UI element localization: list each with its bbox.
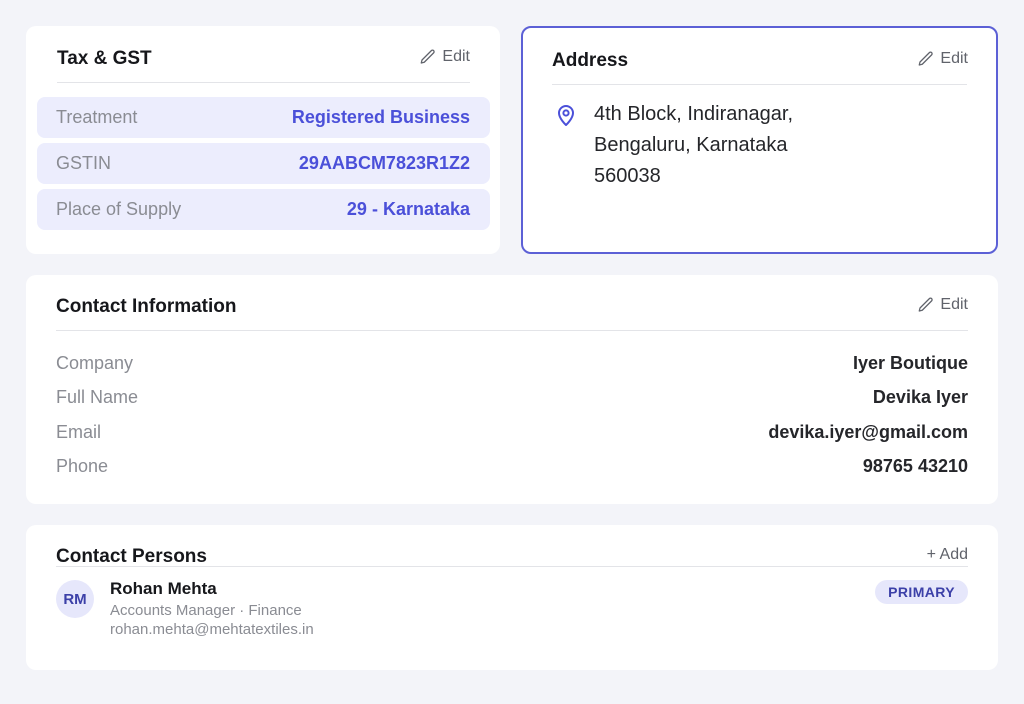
company-value: Iyer Boutique — [852, 353, 968, 373]
map-pin-icon — [558, 105, 574, 126]
address-line-2: Bengaluru, Karnataka — [594, 134, 788, 156]
contact-person-name[interactable]: Rohan Mehta — [110, 579, 217, 599]
contact-information-card: Contact Information Edit Company Iyer Bo… — [26, 275, 998, 504]
tax-row-value: Registered Business — [291, 107, 470, 127]
tax-row-label: Treatment — [56, 107, 138, 127]
address-title: Address — [552, 50, 629, 71]
company-label: Company — [56, 353, 134, 373]
full-name-label: Full Name — [56, 387, 139, 407]
tax-gst-card: Tax & GST Edit Treatment Registered Busi… — [26, 26, 500, 254]
contact-persons-title: Contact Persons — [56, 546, 207, 567]
address-line-1: 4th Block, Indiranagar, — [594, 103, 794, 125]
contact-info-divider — [56, 330, 968, 331]
tax-row-label: Place of Supply — [56, 199, 182, 219]
address-edit-button[interactable]: Edit — [917, 50, 968, 68]
add-contact-person-button[interactable]: + Add — [927, 546, 968, 564]
phone-label: Phone — [56, 456, 109, 476]
tax-gst-title: Tax & GST — [57, 48, 152, 69]
tax-row-place-of-supply: Place of Supply 29 - Karnataka — [37, 189, 490, 230]
tax-row-value: 29 - Karnataka — [346, 199, 470, 219]
phone-value: 98765 43210 — [862, 456, 968, 476]
contact-information-title: Contact Information — [56, 296, 237, 317]
tax-row-gstin: GSTIN 29AABCM7823R1Z2 — [37, 143, 490, 184]
tax-divider — [57, 82, 470, 83]
contact-persons-card: Contact Persons + Add RM Rohan Mehta Acc… — [26, 525, 998, 670]
tax-row-label: GSTIN — [56, 153, 112, 173]
email-label: Email — [56, 422, 102, 442]
address-divider — [552, 84, 967, 85]
pencil-icon — [919, 51, 934, 66]
address-line-3: 560038 — [594, 165, 661, 187]
email-value: devika.iyer@gmail.com — [768, 422, 968, 442]
tax-edit-label: Edit — [442, 48, 470, 65]
contact-person-email: rohan.mehta@mehtatextiles.in — [110, 621, 314, 638]
contact-info-edit-label: Edit — [940, 296, 968, 313]
pencil-icon — [421, 49, 436, 64]
pencil-icon — [919, 297, 934, 312]
primary-badge: PRIMARY — [875, 580, 968, 604]
tax-row-treatment: Treatment Registered Business — [37, 97, 490, 138]
contact-person-role: Accounts Manager · Finance — [110, 602, 302, 619]
address-card[interactable]: Address Edit 4th Block, Indiranagar, Ben… — [521, 26, 998, 254]
tax-edit-button[interactable]: Edit — [419, 48, 470, 66]
tax-row-value: 29AABCM7823R1Z2 — [298, 153, 470, 173]
address-edit-label: Edit — [940, 50, 968, 67]
contact-info-edit-button[interactable]: Edit — [917, 296, 968, 314]
contact-persons-divider — [56, 566, 968, 567]
avatar: RM — [56, 580, 94, 618]
full-name-value: Devika Iyer — [872, 387, 968, 407]
add-contact-person-label: + Add — [926, 546, 968, 563]
